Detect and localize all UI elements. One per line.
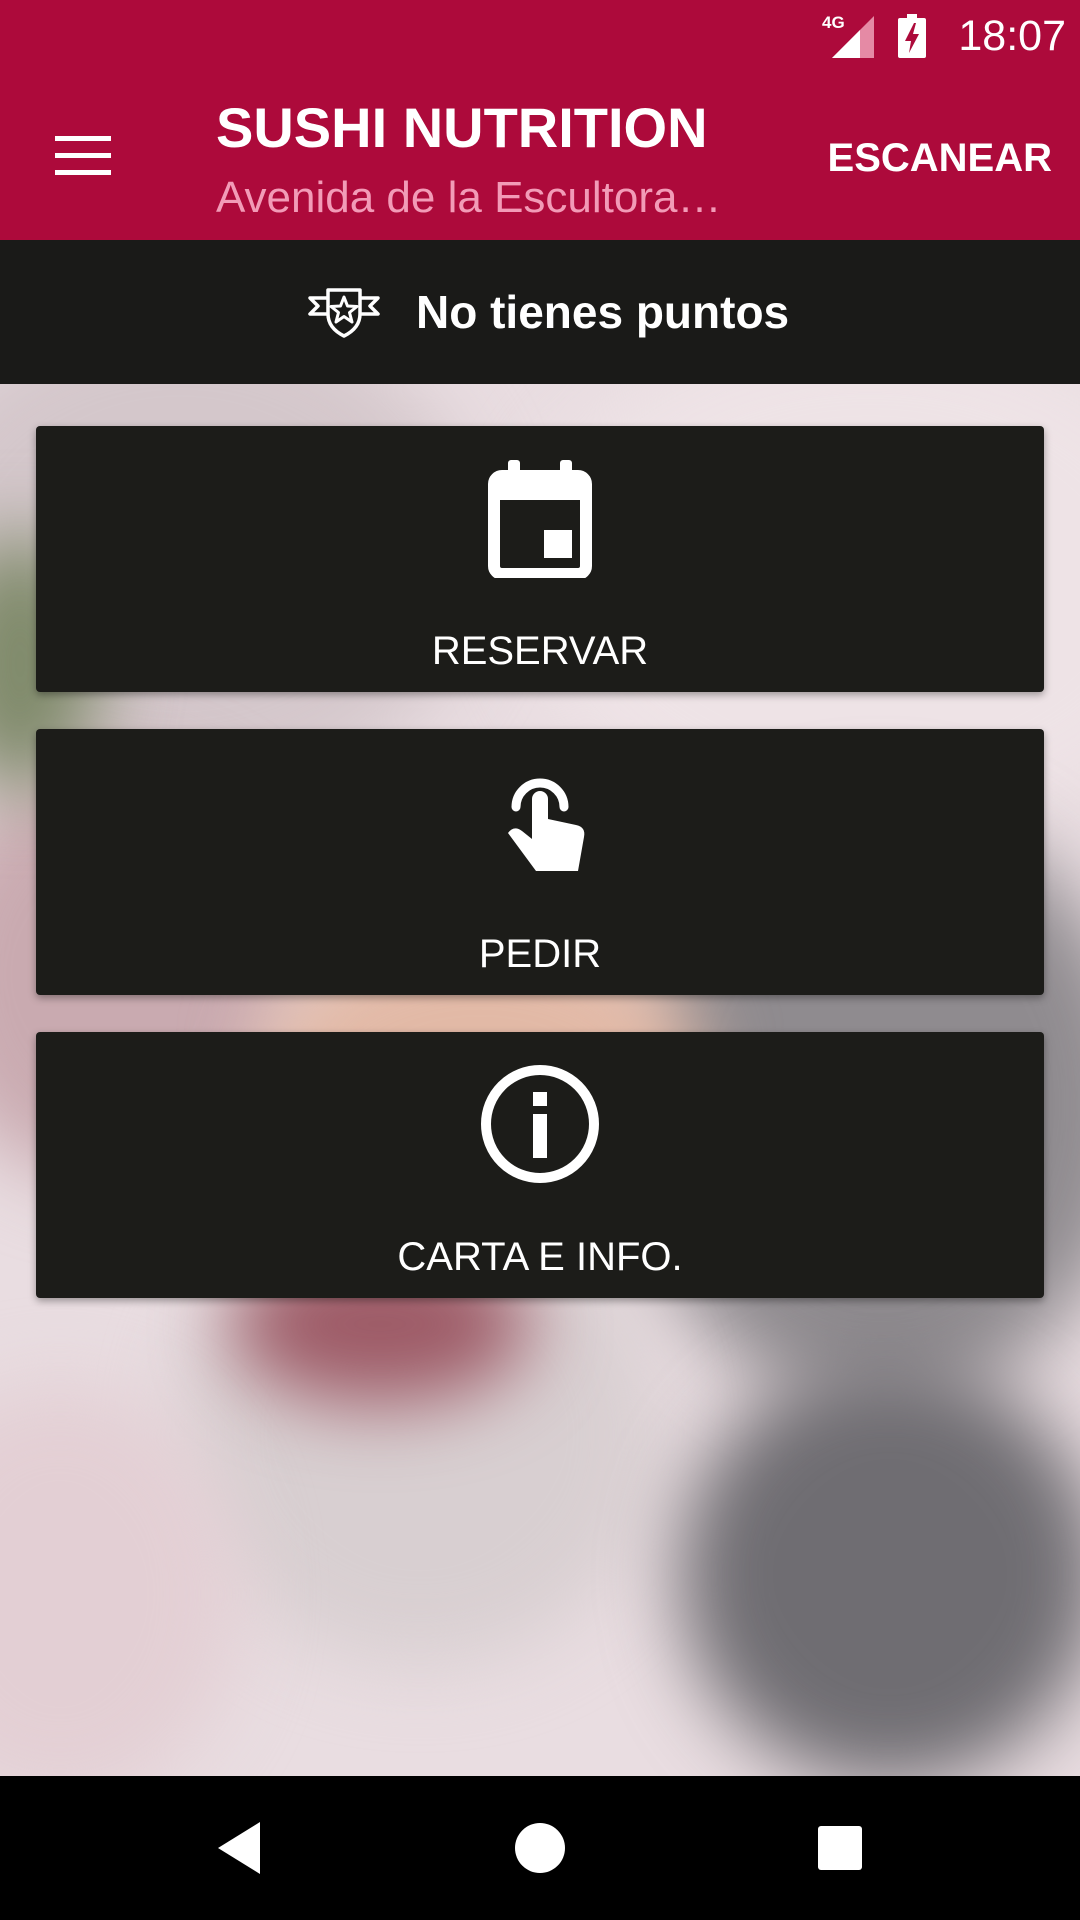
home-icon[interactable]: [504, 1812, 576, 1884]
app-subtitle: Avenida de la Escultora…: [216, 173, 722, 222]
scan-button[interactable]: ESCANEAR: [820, 128, 1052, 188]
points-banner: No tienes puntos: [0, 240, 1080, 384]
info-icon: [481, 1065, 599, 1183]
status-time: 18:07: [958, 12, 1066, 60]
order-label: PEDIR: [478, 932, 602, 976]
network-type: 4G: [822, 13, 845, 32]
tap-finger-icon: [508, 778, 585, 871]
menu-info-card[interactable]: CARTA E INFO.: [36, 1032, 1044, 1298]
app-screen: 4G 18:07 SUSHI NUTRITION Avenida de la E…: [0, 0, 1080, 1920]
calendar-icon: [488, 460, 592, 578]
recents-icon[interactable]: [804, 1812, 876, 1884]
reserve-card[interactable]: RESERVAR: [36, 426, 1044, 692]
star-badge-icon: [308, 288, 380, 338]
navigation-bar: [0, 1776, 1080, 1920]
app-header: 4G 18:07 SUSHI NUTRITION Avenida de la E…: [0, 0, 1080, 240]
signal-icon: 4G: [822, 13, 874, 58]
order-card[interactable]: PEDIR: [36, 729, 1044, 995]
reserve-label: RESERVAR: [431, 629, 649, 673]
battery-charging-icon: [898, 14, 926, 58]
menu-info-label: CARTA E INFO.: [397, 1235, 683, 1279]
app-title: SUSHI NUTRITION: [216, 96, 708, 159]
back-icon[interactable]: [204, 1812, 276, 1884]
points-text: No tienes puntos: [416, 286, 790, 338]
hamburger-menu-icon: [55, 136, 111, 175]
menu-button[interactable]: [40, 118, 126, 194]
status-bar: 4G 18:07: [0, 0, 1080, 72]
